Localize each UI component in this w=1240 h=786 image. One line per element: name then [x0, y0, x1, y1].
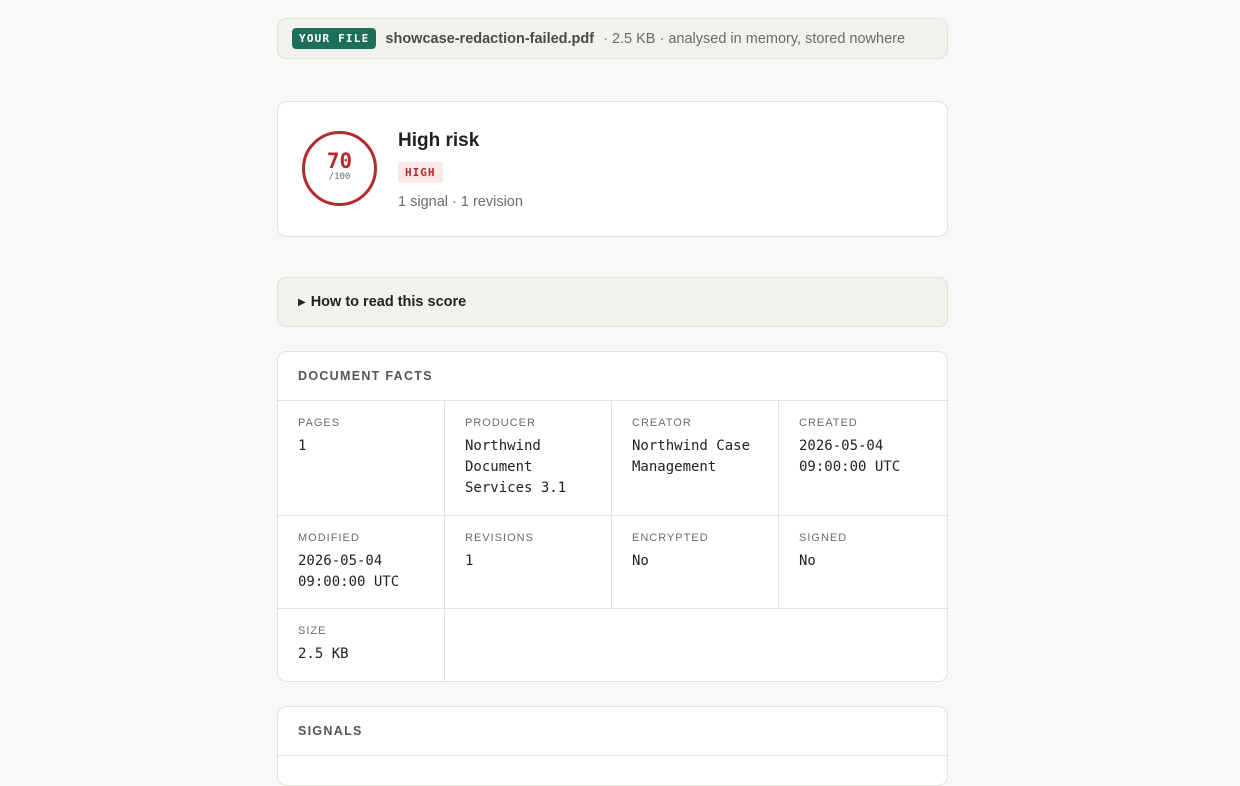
score-value: 70: [326, 149, 353, 173]
fact-label: CREATED: [799, 417, 858, 429]
caret-right-icon: ▶: [298, 296, 306, 308]
fact-value: 1: [298, 438, 307, 454]
fact-size: SIZE 2.5 KB: [278, 609, 445, 681]
fact-value: Northwind Case Management: [632, 438, 751, 475]
fact-revisions: REVISIONS 1: [445, 516, 612, 609]
fact-label: MODIFIED: [298, 532, 360, 544]
fact-signed: SIGNED No: [779, 516, 947, 609]
score-ring: 70 /100: [302, 131, 377, 206]
fact-encrypted: ENCRYPTED No: [612, 516, 779, 609]
fact-label: PRODUCER: [465, 417, 536, 429]
risk-level-badge: HIGH: [398, 162, 443, 183]
fact-label: PAGES: [298, 417, 341, 429]
your-file-tag: YOUR FILE: [292, 28, 377, 49]
fact-created: CREATED 2026-05-04 09:00:00 UTC: [779, 401, 947, 516]
fact-label: ENCRYPTED: [632, 532, 709, 544]
fact-pages: PAGES 1: [278, 401, 445, 516]
fact-value: 2.5 KB: [298, 646, 349, 662]
fact-creator: CREATOR Northwind Case Management: [612, 401, 779, 516]
fact-value: 2026-05-04 09:00:00 UTC: [799, 438, 901, 475]
risk-title: High risk: [398, 130, 480, 151]
file-info-bar: YOUR FILE showcase-redaction-failed.pdf …: [277, 18, 948, 59]
risk-summary: 1 signal · 1 revision: [398, 194, 523, 210]
fact-value: No: [632, 553, 649, 569]
fact-value: 2026-05-04 09:00:00 UTC: [298, 553, 400, 590]
fact-modified: MODIFIED 2026-05-04 09:00:00 UTC: [278, 516, 445, 609]
how-to-read-toggle[interactable]: ▶ How to read this score: [277, 277, 948, 327]
score-denominator: /100: [328, 172, 351, 182]
fact-value: No: [799, 553, 816, 569]
file-name: showcase-redaction-failed.pdf: [385, 30, 595, 47]
fact-label: REVISIONS: [465, 532, 534, 544]
signals-panel: SIGNALS: [277, 706, 948, 786]
document-facts-title: DOCUMENT FACTS: [278, 352, 947, 401]
fact-label: CREATOR: [632, 417, 692, 429]
fact-label: SIZE: [298, 625, 327, 637]
fact-value: 1: [465, 553, 474, 569]
risk-score-card: 70 /100 High risk HIGH 1 signal · 1 revi…: [277, 101, 948, 237]
fact-producer: PRODUCER Northwind Document Services 3.1: [445, 401, 612, 516]
signals-title: SIGNALS: [278, 707, 947, 756]
fact-value: Northwind Document Services 3.1: [465, 438, 567, 496]
file-details: · 2.5 KB · analysed in memory, stored no…: [603, 30, 906, 47]
how-to-read-label: How to read this score: [310, 294, 467, 310]
fact-label: SIGNED: [799, 532, 848, 544]
document-facts-panel: DOCUMENT FACTS PAGES 1 PRODUCER Northwin…: [277, 351, 948, 682]
